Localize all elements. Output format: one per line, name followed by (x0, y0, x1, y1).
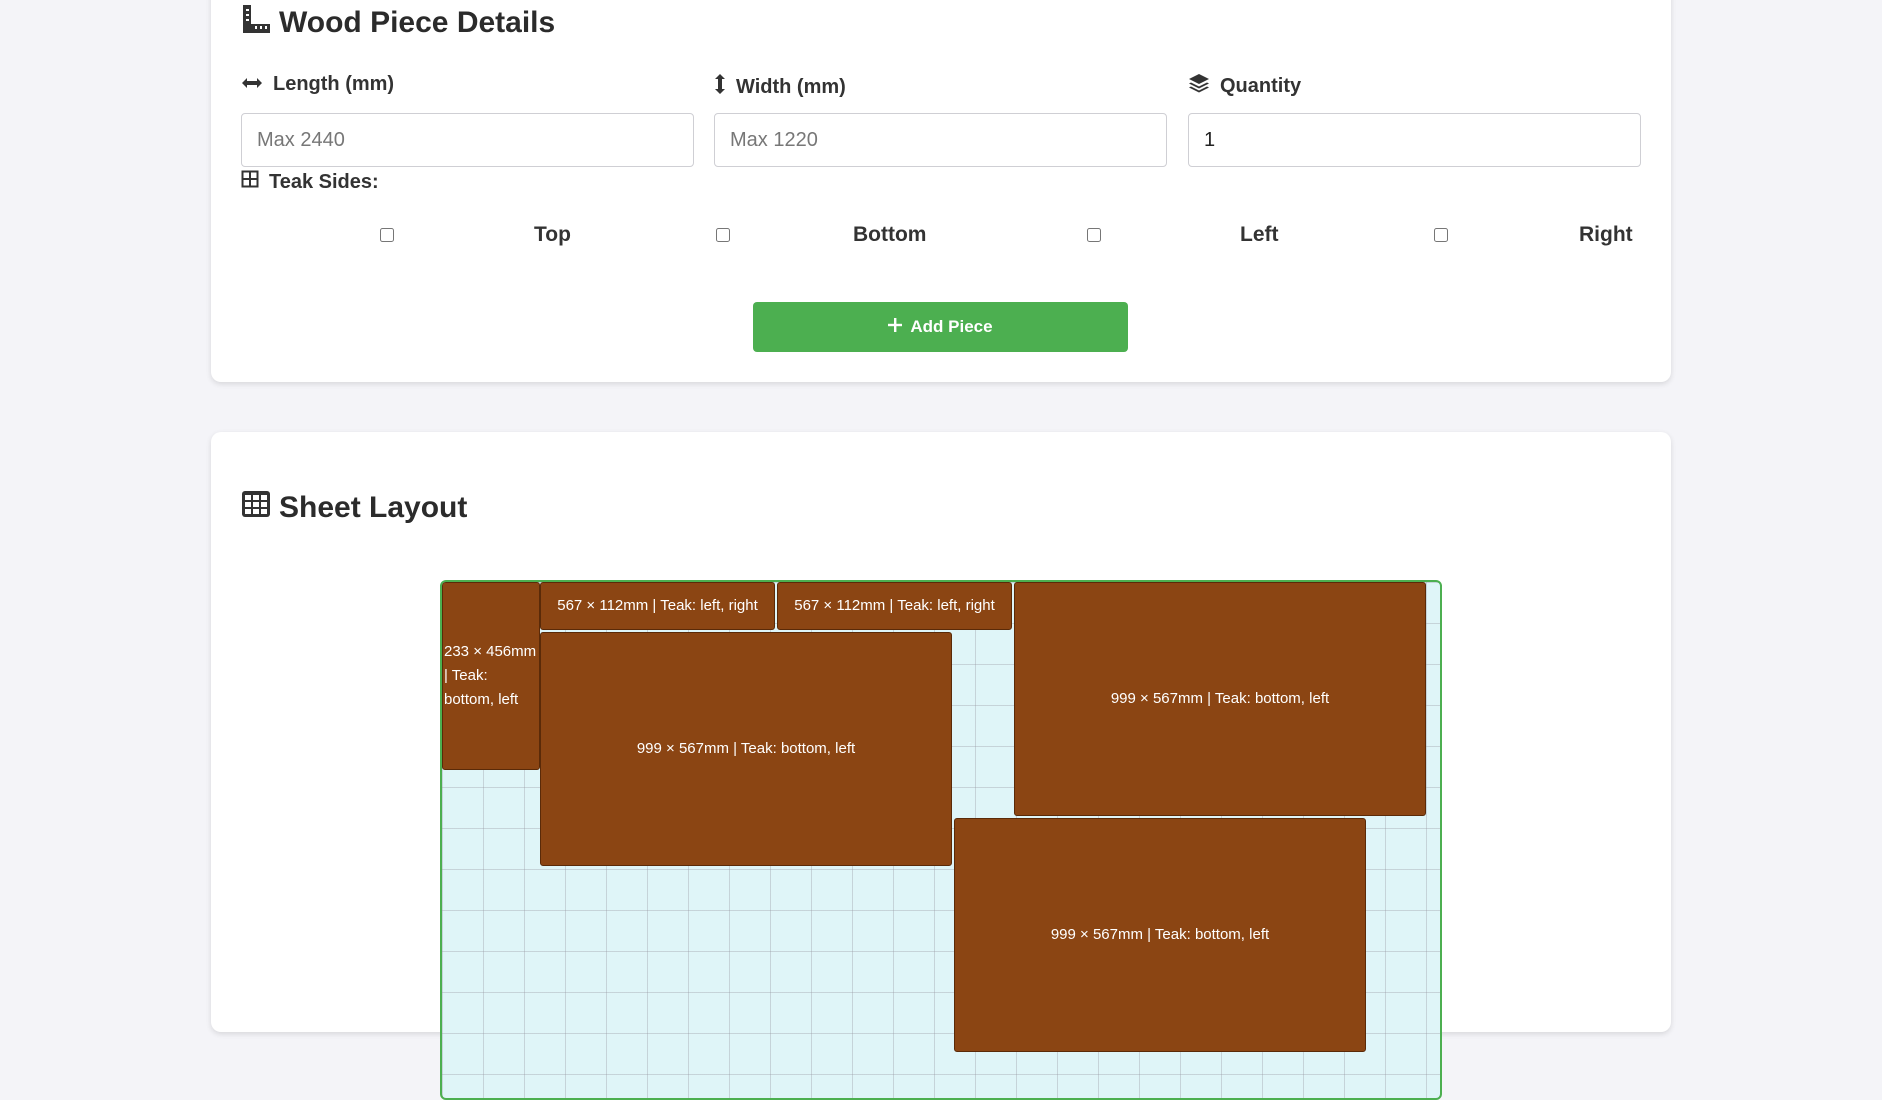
teak-right-checkbox[interactable] (1434, 228, 1448, 242)
quantity-label-text: Quantity (1220, 74, 1302, 97)
section-title-text: Wood Piece Details (279, 6, 556, 39)
placed-piece-label: 567 × 112mm | Teak: left, right (794, 597, 995, 614)
placed-piece[interactable]: 567 × 112mm | Teak: left, right (540, 582, 775, 630)
teak-right-label: Right (1579, 223, 1633, 246)
teak-left-checkbox[interactable] (1087, 228, 1101, 242)
placed-piece[interactable]: 999 × 567mm | Teak: bottom, left (1014, 582, 1426, 816)
teak-sides-label: Teak Sides: (241, 170, 379, 194)
width-input[interactable] (714, 113, 1167, 167)
teak-top-label: Top (534, 223, 571, 246)
length-input[interactable] (241, 113, 694, 167)
width-label: Width (mm) (714, 73, 846, 101)
teak-bottom-checkbox[interactable] (716, 228, 730, 242)
width-label-text: Width (mm) (736, 75, 846, 98)
placed-piece[interactable]: 567 × 112mm | Teak: left, right (777, 582, 1012, 630)
add-piece-button-label: Add Piece (910, 317, 993, 336)
ruler-icon (241, 4, 279, 42)
grid-icon (241, 170, 269, 194)
teak-sides-label-text: Teak Sides: (269, 170, 379, 193)
sheet-layout-title: Sheet Layout (241, 490, 467, 526)
wood-piece-details-card: Wood Piece Details Length (mm) Width (mm… (211, 0, 1671, 382)
plus-icon (888, 317, 910, 337)
length-label: Length (mm) (241, 73, 394, 96)
arrows-horizontal-icon (241, 73, 273, 96)
placed-piece-label: 567 × 112mm | Teak: left, right (557, 597, 758, 614)
section-title-text: Sheet Layout (279, 491, 468, 524)
placed-piece-label: 233 × 456mm | Teak: bottom, left (444, 643, 537, 708)
placed-piece-label: 999 × 567mm | Teak: bottom, left (1050, 926, 1270, 943)
teak-bottom-label: Bottom (853, 223, 927, 246)
placed-piece[interactable]: 233 × 456mm | Teak: bottom, left (442, 582, 540, 770)
sheet-canvas[interactable]: 233 × 456mm | Teak: bottom, left 567 × 1… (440, 580, 1442, 1100)
teak-left-label: Left (1240, 223, 1279, 246)
length-label-text: Length (mm) (273, 73, 395, 95)
teak-top-checkbox[interactable] (380, 228, 394, 242)
table-icon (241, 490, 279, 526)
quantity-label: Quantity (1188, 73, 1301, 99)
arrows-vertical-icon (714, 73, 736, 101)
placed-piece-label: 999 × 567mm | Teak: bottom, left (636, 740, 856, 757)
add-piece-button[interactable]: Add Piece (753, 302, 1128, 352)
quantity-input[interactable] (1188, 113, 1641, 167)
placed-piece-label: 999 × 567mm | Teak: bottom, left (1110, 690, 1330, 707)
wood-piece-details-title: Wood Piece Details (241, 4, 555, 42)
placed-piece[interactable]: 999 × 567mm | Teak: bottom, left (954, 818, 1366, 1052)
layers-icon (1188, 73, 1220, 99)
placed-piece[interactable]: 999 × 567mm | Teak: bottom, left (540, 632, 952, 866)
sheet-layout-card: Sheet Layout 233 × 456mm | Teak: bottom,… (211, 432, 1671, 1100)
